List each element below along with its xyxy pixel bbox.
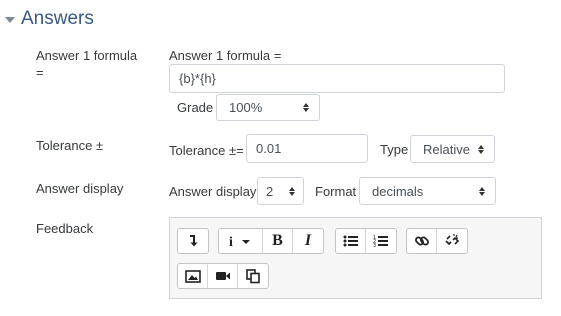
grade-label: Grade bbox=[177, 100, 214, 115]
unlink-button[interactable] bbox=[437, 229, 467, 253]
image-button[interactable] bbox=[178, 264, 208, 288]
tolerance-type-select[interactable]: Relative bbox=[410, 135, 495, 163]
link-button[interactable] bbox=[407, 229, 437, 253]
tolerance-value: 0.01 bbox=[256, 141, 282, 156]
answer-formula-label: Answer 1 formula = bbox=[36, 48, 138, 80]
tolerance-type-value: Relative bbox=[423, 141, 470, 157]
select-arrows-icon bbox=[478, 144, 484, 154]
info-dropdown-icon: i bbox=[229, 235, 250, 248]
feedback-text-area[interactable] bbox=[169, 298, 542, 316]
select-arrows-icon bbox=[303, 103, 309, 112]
copy-button[interactable] bbox=[238, 264, 268, 288]
italic-button[interactable]: I bbox=[293, 229, 323, 253]
image-icon bbox=[184, 269, 201, 283]
toolbar-group-lists: 1 2 3 bbox=[335, 228, 397, 254]
answer-display-inline-label: Answer display bbox=[169, 184, 257, 199]
answer-display-label: Answer display bbox=[36, 181, 124, 196]
tolerance-inline-label: Tolerance ±= bbox=[169, 143, 244, 158]
numbered-list-icon: 1 2 3 bbox=[373, 235, 388, 248]
toolbar-group-format: i B I bbox=[218, 228, 324, 254]
select-arrows-icon bbox=[289, 186, 295, 196]
answer-formula-input[interactable]: {b}*{h} bbox=[169, 64, 505, 93]
svg-text:3: 3 bbox=[373, 243, 376, 248]
toolbar-group-links bbox=[406, 228, 468, 254]
answer-display-value: 2 bbox=[266, 183, 274, 199]
unlink-icon bbox=[445, 234, 460, 246]
tolerance-label: Tolerance ± bbox=[36, 138, 104, 153]
collapse-caret-icon[interactable] bbox=[5, 17, 15, 23]
svg-text:i: i bbox=[229, 235, 233, 248]
bold-button[interactable]: B bbox=[263, 229, 293, 253]
grade-select[interactable]: 100% bbox=[216, 94, 320, 121]
bullet-list-button[interactable] bbox=[336, 229, 366, 253]
toolbar-toggle-button[interactable] bbox=[178, 229, 208, 253]
answer-formula-inline-label: Answer 1 formula = bbox=[169, 48, 282, 63]
feedback-label: Feedback bbox=[36, 221, 94, 236]
bold-icon: B bbox=[272, 232, 283, 249]
answer-formula-value: {b}*{h} bbox=[179, 71, 216, 86]
answer-display-select[interactable]: 2 bbox=[257, 177, 304, 205]
section-header-answers[interactable]: Answers bbox=[5, 6, 94, 32]
toolbar-toggle-icon bbox=[190, 235, 198, 247]
video-icon bbox=[215, 272, 230, 280]
numbered-list-button[interactable]: 1 2 3 bbox=[366, 229, 396, 253]
video-button[interactable] bbox=[208, 264, 238, 288]
italic-icon: I bbox=[304, 232, 312, 249]
toolbar-group-toggle bbox=[177, 228, 209, 254]
info-dropdown-button[interactable]: i bbox=[219, 229, 263, 253]
link-icon bbox=[414, 236, 429, 246]
grade-value: 100% bbox=[229, 100, 263, 115]
tolerance-type-label: Type bbox=[380, 142, 409, 157]
toolbar-group-media bbox=[177, 263, 269, 289]
format-select[interactable]: decimals bbox=[359, 177, 496, 205]
tolerance-input[interactable]: 0.01 bbox=[246, 134, 368, 163]
copy-icon bbox=[246, 269, 260, 284]
format-value: decimals bbox=[372, 183, 424, 199]
bullet-list-icon bbox=[343, 235, 358, 247]
section-title: Answers bbox=[21, 8, 94, 29]
select-arrows-icon bbox=[479, 186, 485, 196]
format-label: Format bbox=[315, 184, 357, 199]
